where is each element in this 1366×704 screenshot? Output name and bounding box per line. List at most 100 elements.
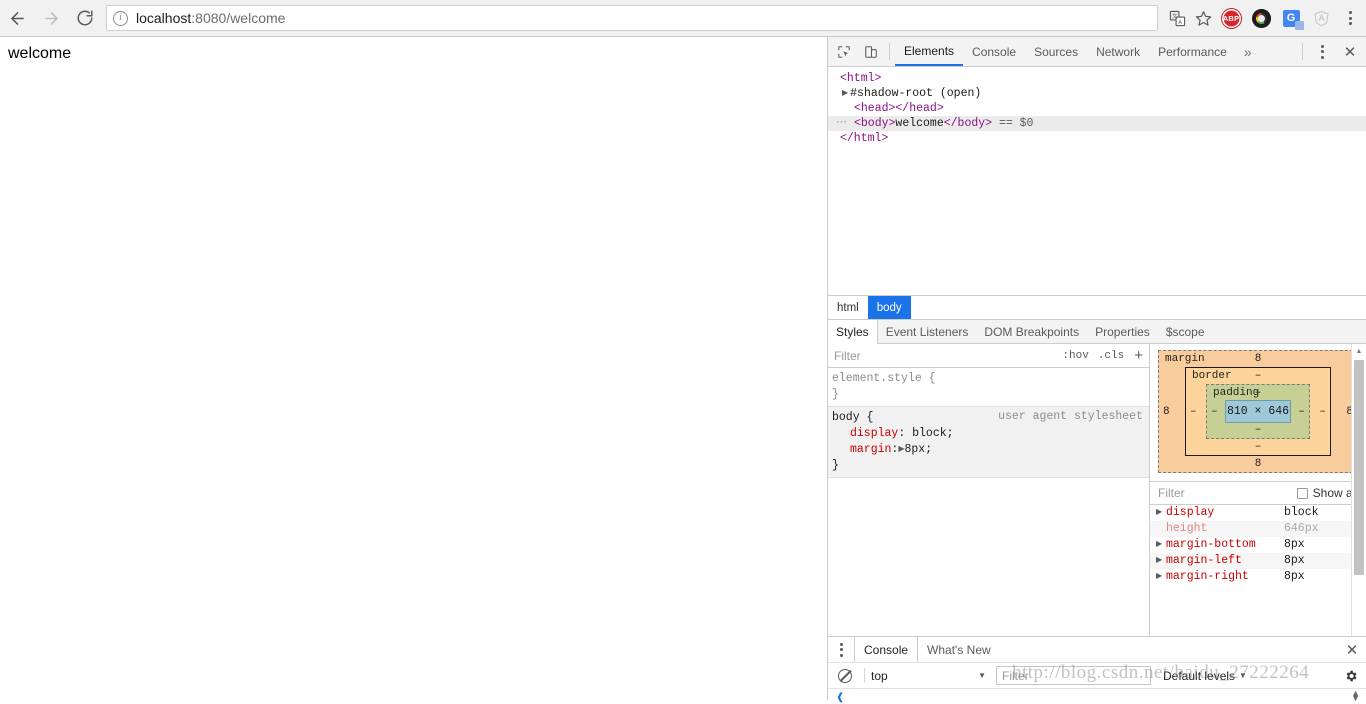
box-model-margin-left[interactable]: 8 (1163, 406, 1170, 418)
reload-button[interactable] (68, 0, 102, 37)
expand-arrow-icon[interactable]: ▶ (1156, 553, 1166, 569)
tab-network[interactable]: Network (1087, 37, 1149, 66)
tab-sources[interactable]: Sources (1025, 37, 1087, 66)
browser-menu-icon[interactable] (1336, 0, 1364, 37)
new-style-rule-icon[interactable]: + (1134, 348, 1143, 363)
breadcrumb-item-body[interactable]: body (867, 296, 911, 319)
box-model-border-left[interactable]: – (1190, 406, 1197, 418)
box-model-padding-right[interactable]: – (1298, 406, 1305, 418)
adblock-plus-extension-icon[interactable]: ABP (1216, 0, 1246, 37)
dom-row-body[interactable]: ⋯ <body>welcome</body> == $0 (828, 116, 1366, 131)
gear-icon[interactable] (1340, 669, 1362, 683)
sub-tab-scope[interactable]: $scope (1158, 320, 1213, 343)
back-button[interactable] (0, 0, 34, 37)
box-model-padding[interactable]: padding – – – – 810 × 646 (1206, 384, 1310, 439)
chrome-extension-icon[interactable] (1246, 0, 1276, 37)
page-body-text: welcome (8, 45, 72, 62)
css-origin-label: user agent stylesheet (998, 410, 1143, 423)
inspect-element-icon[interactable] (830, 38, 857, 66)
sub-tab-properties[interactable]: Properties (1087, 320, 1158, 343)
box-model-margin[interactable]: margin 8 8 8 8 border – – – – padding – (1158, 350, 1358, 473)
forward-button[interactable] (34, 0, 68, 37)
bookmark-star-icon[interactable] (1190, 10, 1216, 27)
console-output[interactable]: ❰ ▲ ▼ (828, 689, 1366, 704)
box-model-margin-top[interactable]: 8 (1159, 353, 1357, 365)
expand-arrow-icon[interactable]: ▶ (1156, 569, 1166, 585)
google-translate-extension-icon[interactable]: G (1276, 0, 1306, 37)
browser-toolbar: i localhost:8080/welcome 文A ABP G (0, 0, 1366, 37)
css-rule-element-style[interactable]: element.style { } (828, 368, 1149, 406)
box-model-padding-bottom[interactable]: – (1207, 424, 1309, 436)
tab-elements[interactable]: Elements (895, 37, 964, 66)
css-close-element-style: } (832, 388, 839, 401)
drawer-menu-icon[interactable] (828, 637, 854, 662)
box-model-padding-left[interactable]: – (1211, 406, 1218, 418)
console-context-selector[interactable]: top ▼ (871, 669, 986, 683)
console-filter-input[interactable]: Filter (996, 666, 1151, 685)
dom-tree[interactable]: <html> ▶ #shadow-root (open) <head></head… (828, 67, 1366, 295)
dom-row-html-open[interactable]: <html> (828, 71, 1366, 86)
hov-toggle[interactable]: :hov (1062, 350, 1088, 362)
extensions-area: ABP G (1216, 0, 1366, 37)
css-declaration-margin[interactable]: margin:▶8px; (832, 442, 1149, 458)
box-model-content-size[interactable]: 810 × 646 (1225, 400, 1291, 423)
console-levels-selector[interactable]: Default levels ▼ (1163, 669, 1247, 683)
translate-icon[interactable]: 文A (1164, 10, 1190, 27)
box-model-border-right[interactable]: – (1319, 406, 1326, 418)
dom-row-ellipsis-icon[interactable]: ⋯ (836, 116, 848, 131)
box-model-border-bottom[interactable]: – (1186, 441, 1330, 453)
dom-row-head[interactable]: <head></head> (828, 101, 1366, 116)
styles-filter-input[interactable]: Filter (834, 349, 1053, 363)
cls-toggle[interactable]: .cls (1098, 350, 1124, 362)
computed-row-margin-right[interactable]: ▶ margin-right 8px (1150, 569, 1366, 585)
breadcrumb: html body (828, 295, 1366, 319)
drawer-close-icon[interactable]: ✕ (1338, 637, 1366, 662)
console-prompt-icon[interactable]: ❰ (836, 692, 844, 704)
tab-performance[interactable]: Performance (1149, 37, 1236, 66)
more-tabs-icon[interactable]: » (1236, 44, 1260, 60)
expand-arrow-icon[interactable]: ▶ (1156, 537, 1166, 553)
expand-arrow-icon[interactable]: ▶ (842, 86, 848, 101)
toolbar-divider-right (1302, 43, 1303, 60)
box-model-margin-bottom[interactable]: 8 (1159, 458, 1357, 470)
drawer-tab-console[interactable]: Console (854, 637, 919, 662)
show-all-checkbox[interactable] (1296, 487, 1308, 499)
scroll-up-arrow-icon[interactable]: ▲ (1352, 344, 1366, 359)
box-model-border-top[interactable]: – (1186, 370, 1330, 382)
dom-row-shadow-root[interactable]: ▶ #shadow-root (open) (828, 86, 1366, 101)
show-all-toggle[interactable]: Show all (1296, 486, 1358, 500)
computed-row-margin-bottom[interactable]: ▶ margin-bottom 8px (1150, 537, 1366, 553)
page-viewport: welcome (0, 37, 827, 700)
computed-name-margin-bottom: ▶ margin-bottom (1156, 537, 1284, 553)
computed-row-height[interactable]: height 646px (1150, 521, 1366, 537)
device-toolbar-icon[interactable] (857, 38, 884, 66)
sub-tab-dom-breakpoints[interactable]: DOM Breakpoints (976, 320, 1087, 343)
computed-row-display[interactable]: ▶ display block (1150, 505, 1366, 521)
computed-name-display: ▶ display (1156, 505, 1284, 521)
computed-filter-input[interactable]: Filter (1158, 486, 1185, 500)
chevron-down-icon[interactable]: ▼ (1239, 671, 1247, 680)
chevron-down-icon[interactable]: ▼ (978, 671, 986, 680)
drawer-tab-whats-new[interactable]: What's New (918, 637, 1000, 662)
css-value-margin: 8px; (904, 443, 933, 456)
css-rule-body[interactable]: user agent stylesheet body { display: bl… (828, 406, 1149, 478)
clear-console-icon[interactable] (838, 668, 852, 683)
tab-console[interactable]: Console (963, 37, 1025, 66)
box-model-border[interactable]: border – – – – padding – – – – 810 × 646 (1185, 367, 1331, 456)
computed-row-margin-left[interactable]: ▶ margin-left 8px (1150, 553, 1366, 569)
css-colon-display: : (898, 427, 913, 440)
devtools-close-icon[interactable]: ✕ (1336, 38, 1364, 66)
sub-tab-styles[interactable]: Styles (828, 320, 878, 344)
angular-devtools-extension-icon[interactable] (1306, 0, 1336, 37)
box-model-padding-top[interactable]: – (1207, 387, 1309, 399)
sub-tab-event-listeners[interactable]: Event Listeners (878, 320, 977, 343)
address-bar[interactable]: i localhost:8080/welcome (106, 5, 1158, 31)
scrollbar-thumb[interactable] (1354, 360, 1364, 575)
site-info-icon[interactable]: i (113, 10, 128, 26)
dom-row-html-close[interactable]: </html> (828, 131, 1366, 146)
dom-tag-body-close: </body> (943, 117, 993, 130)
breadcrumb-item-html[interactable]: html (828, 296, 868, 319)
css-declaration-display[interactable]: display: block; (832, 426, 1149, 442)
devtools-settings-icon[interactable] (1308, 33, 1336, 70)
expand-arrow-icon[interactable]: ▶ (1156, 505, 1166, 521)
